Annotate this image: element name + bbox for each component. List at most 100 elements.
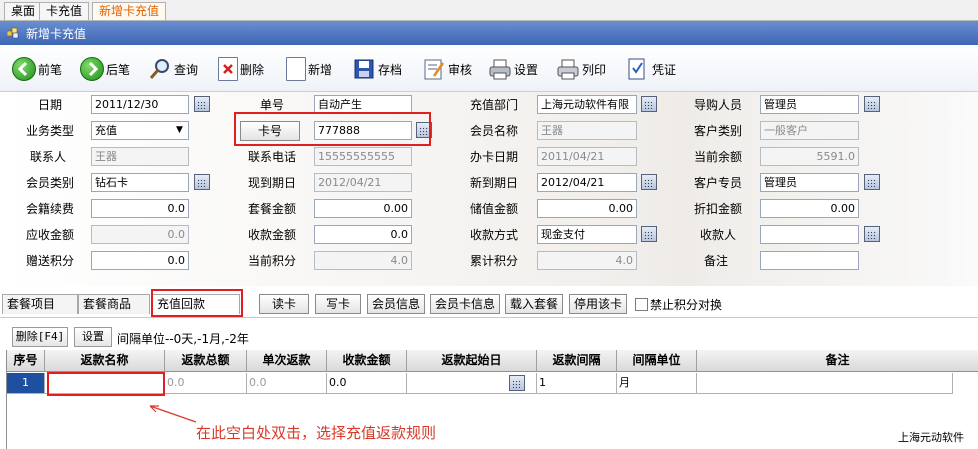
dept-field[interactable]: 上海元动软件有限 [537, 95, 637, 114]
voucher-label: 凭证 [652, 62, 677, 77]
column-header[interactable]: 返款起始日 [407, 350, 537, 372]
print-button[interactable]: 列印 [556, 55, 606, 83]
gift-points-field[interactable]: 0.0 [91, 251, 189, 270]
cust-rep-field[interactable]: 管理员 [760, 173, 859, 192]
calendar-icon[interactable] [509, 375, 525, 391]
gift-points-label: 赠送积分 [25, 254, 74, 268]
save-button[interactable]: 存档 [352, 55, 402, 83]
member-name-field[interactable]: 王器 [537, 121, 637, 140]
total-points-label: 累计积分 [469, 254, 518, 268]
contact-field[interactable]: 王器 [91, 147, 189, 166]
calendar-icon[interactable] [641, 174, 657, 190]
received-label: 收款金额 [247, 228, 296, 242]
pay-method-field[interactable]: 现金支付 [537, 225, 637, 244]
balance-label: 当前余额 [693, 150, 742, 164]
calendar-icon[interactable] [864, 226, 880, 242]
current-expire-field[interactable]: 2012/04/21 [314, 173, 412, 192]
column-header[interactable]: 间隔单位 [617, 350, 697, 372]
no-points-exchange-checkbox[interactable] [635, 298, 648, 311]
discount-amt-field[interactable]: 0.00 [760, 199, 859, 218]
tab-card-recharge[interactable]: 卡充值 [39, 2, 90, 20]
interval-unit-cell[interactable]: 月 [617, 373, 697, 394]
save-label: 存档 [378, 62, 403, 77]
tab-desktop[interactable]: 桌面 [4, 2, 43, 20]
voucher-button[interactable]: 凭证 [626, 55, 676, 83]
remark-field[interactable] [760, 251, 859, 270]
calendar-icon[interactable] [864, 96, 880, 112]
tab-package-goods[interactable]: 套餐商品 [78, 294, 150, 314]
load-package-button[interactable]: 载入套餐 [505, 294, 563, 314]
refund-total-cell[interactable]: 0.0 [165, 373, 247, 394]
tab-new-card-recharge[interactable]: 新增卡充值 [92, 2, 167, 20]
disable-card-button[interactable]: 停用该卡 [569, 294, 627, 314]
grid-settings-button[interactable]: 设置 [74, 327, 112, 347]
member-info-button[interactable]: 会员信息 [367, 294, 425, 314]
refund-name-highlight [47, 372, 165, 396]
guide-field[interactable]: 管理员 [760, 95, 859, 114]
single-refund-cell[interactable]: 0.0 [247, 373, 327, 394]
refund-interval-cell[interactable]: 1 [537, 373, 617, 394]
renew-fee-label: 会籍续费 [25, 202, 74, 216]
forward-arrow-icon [80, 57, 104, 81]
column-header[interactable]: 备注 [697, 350, 978, 372]
remark-label: 备注 [703, 254, 728, 268]
payee-field[interactable] [760, 225, 859, 244]
receivable-field[interactable]: 0.0 [91, 225, 189, 244]
settings-label: 设置 [514, 62, 539, 77]
calendar-icon[interactable] [864, 174, 880, 190]
prev-label: 前笔 [38, 62, 63, 77]
biz-type-select[interactable]: 充值 ▼ [91, 121, 189, 140]
delete-doc-icon [218, 57, 238, 81]
date-label: 日期 [37, 98, 62, 112]
voucher-icon [626, 57, 650, 81]
tab-package-items[interactable]: 套餐项目 [2, 294, 78, 314]
calendar-icon[interactable] [194, 96, 210, 112]
column-header[interactable]: 返款名称 [45, 350, 165, 372]
calendar-icon[interactable] [641, 226, 657, 242]
printer-icon [556, 57, 580, 81]
refund-tab-highlight [151, 289, 243, 317]
add-button[interactable]: 新增 [286, 55, 332, 83]
settings-button[interactable]: 设置 [488, 55, 538, 83]
card-date-field[interactable]: 2011/04/21 [537, 147, 637, 166]
member-class-field[interactable]: 钻石卡 [91, 173, 189, 192]
magnifier-icon [148, 57, 172, 81]
new-doc-icon [286, 57, 306, 81]
refund-start-date-cell[interactable] [407, 373, 537, 394]
column-header[interactable]: 返款间隔 [537, 350, 617, 372]
current-points-field[interactable]: 4.0 [314, 251, 412, 270]
new-expire-label: 新到期日 [469, 176, 518, 190]
audit-button[interactable]: 审核 [422, 55, 472, 83]
calendar-icon[interactable] [641, 96, 657, 112]
delete-label: 删除 [240, 62, 265, 77]
delete-button[interactable]: 删除 [218, 55, 264, 83]
total-points-field[interactable]: 4.0 [537, 251, 637, 270]
prev-button[interactable]: 前笔 [12, 55, 62, 83]
window-title: 新增卡充值 [26, 27, 87, 41]
query-button[interactable]: 查询 [148, 55, 198, 83]
calendar-icon[interactable] [194, 174, 210, 190]
column-header[interactable]: 返款总额 [165, 350, 247, 372]
date-field[interactable]: 2011/12/30 [91, 95, 189, 114]
stored-amt-field[interactable]: 0.00 [537, 199, 637, 218]
column-header[interactable]: 单次返款 [247, 350, 327, 372]
delete-row-button[interactable]: 删除[F4] [12, 327, 68, 347]
current-expire-label: 现到期日 [247, 176, 296, 190]
received-amount-cell[interactable]: 0.0 [327, 373, 407, 394]
cust-type-field[interactable]: 一般客户 [760, 121, 859, 140]
member-card-info-button[interactable]: 会员卡信息 [430, 294, 500, 314]
query-label: 查询 [174, 62, 199, 77]
read-card-button[interactable]: 读卡 [259, 294, 309, 314]
next-button[interactable]: 后笔 [80, 55, 130, 83]
package-amt-field[interactable]: 0.00 [314, 199, 412, 218]
write-card-button[interactable]: 写卡 [315, 294, 361, 314]
renew-fee-field[interactable]: 0.0 [91, 199, 189, 218]
balance-field[interactable]: 5591.0 [760, 147, 859, 166]
remark-cell[interactable] [697, 373, 953, 394]
column-header[interactable]: 序号 [7, 350, 45, 372]
row-index-cell[interactable]: 1 [7, 373, 45, 394]
new-expire-field[interactable]: 2012/04/21 [537, 173, 637, 192]
phone-field[interactable]: 15555555555 [314, 147, 412, 166]
column-header[interactable]: 收款金额 [327, 350, 407, 372]
received-field[interactable]: 0.0 [314, 225, 412, 244]
